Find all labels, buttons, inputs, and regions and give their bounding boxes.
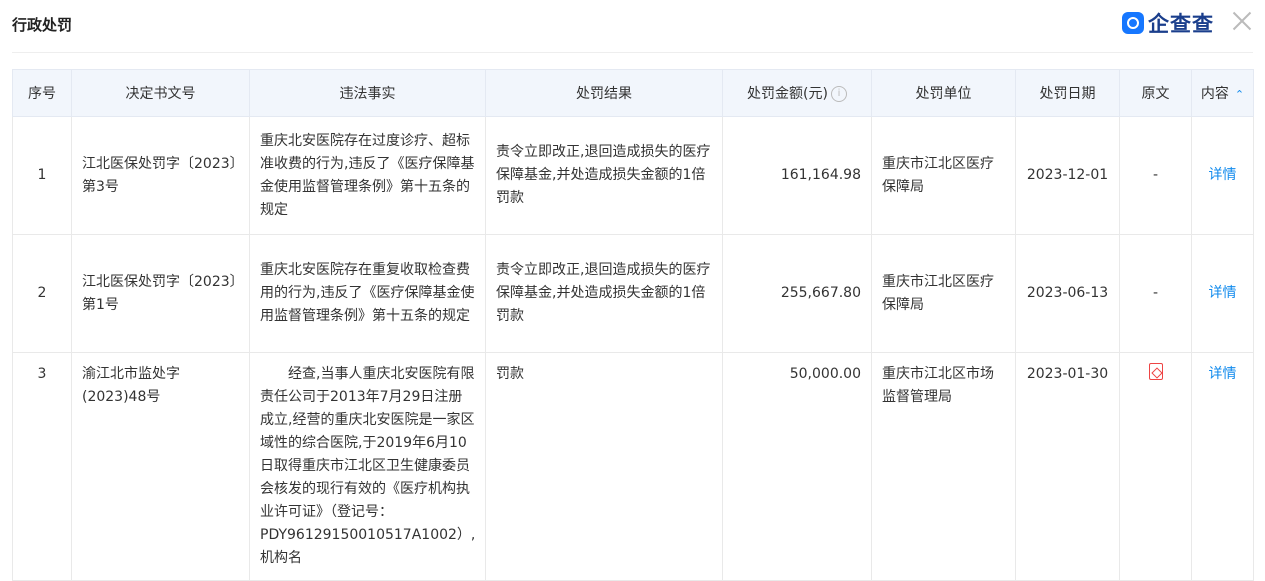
col-amount-label: 处罚金额(元) [747, 86, 828, 102]
cell-content: 详情 [1191, 116, 1254, 235]
cell-original: - [1119, 234, 1192, 353]
cell-index: 1 [12, 116, 72, 235]
cell-authority: 重庆市江北区医疗保障局 [871, 234, 1016, 353]
cell-authority: 重庆市江北区医疗保障局 [871, 116, 1016, 235]
col-original: 原文 [1119, 69, 1192, 117]
cell-amount: 161,164.98 [722, 116, 872, 235]
info-icon[interactable]: i [830, 86, 847, 102]
brand-logo: 企查查 [1122, 8, 1214, 38]
cell-doc-no: 江北医保处罚字〔2023〕第3号 [71, 116, 250, 235]
cell-result: 责令立即改正,退回造成损失的医疗保障基金,并处造成损失金额的1倍罚款 [485, 116, 723, 235]
cell-index: 3 [12, 352, 72, 581]
col-index: 序号 [12, 69, 72, 117]
col-amount: 处罚金额(元) i [722, 69, 872, 117]
close-icon[interactable] [1230, 9, 1254, 33]
col-doc-no: 决定书文号 [71, 69, 250, 117]
detail-link[interactable]: 详情 [1209, 167, 1237, 183]
col-content-label: 内容 [1200, 86, 1229, 102]
cell-facts: 经查,当事人重庆北安医院有限责任公司于2013年7月29日注册成立,经营的重庆北… [249, 352, 486, 581]
cell-facts-text: 经查,当事人重庆北安医院有限责任公司于2013年7月29日注册成立,经营的重庆北… [260, 366, 476, 566]
pdf-icon[interactable] [1148, 363, 1163, 380]
col-result: 处罚结果 [485, 69, 723, 117]
cell-amount: 255,667.80 [722, 234, 872, 353]
cell-authority: 重庆市江北区市场监督管理局 [871, 352, 1016, 581]
table-header: 序号 决定书文号 违法事实 处罚结果 处罚金额(元) i 处罚单位 处罚日期 原文… [12, 69, 1254, 117]
detail-link[interactable]: 详情 [1209, 366, 1237, 382]
cell-facts: 重庆北安医院存在过度诊疗、超标准收费的行为,违反了《医疗保障基金使用监督管理条例… [249, 116, 486, 235]
cell-index: 2 [12, 234, 72, 353]
table-row: 2 江北医保处罚字〔2023〕第1号 重庆北安医院存在重复收取检查费用的行为,违… [12, 234, 1254, 353]
cell-result: 罚款 [485, 352, 723, 581]
col-authority: 处罚单位 [871, 69, 1016, 117]
penalty-table: 序号 决定书文号 违法事实 处罚结果 处罚金额(元) i 处罚单位 处罚日期 原文… [12, 69, 1254, 581]
cell-date: 2023-06-13 [1015, 234, 1120, 353]
cell-doc-no: 渝江北市监处字(2023)48号 [71, 352, 250, 581]
chevron-up-icon[interactable]: ⌃ [1235, 88, 1244, 101]
col-date: 处罚日期 [1015, 69, 1120, 117]
cell-doc-no: 江北医保处罚字〔2023〕第1号 [71, 234, 250, 353]
table-row: 1 江北医保处罚字〔2023〕第3号 重庆北安医院存在过度诊疗、超标准收费的行为… [12, 116, 1254, 235]
brand-icon [1122, 12, 1144, 34]
cell-original: - [1119, 116, 1192, 235]
detail-link[interactable]: 详情 [1209, 285, 1237, 301]
cell-original [1119, 352, 1192, 581]
cell-date: 2023-12-01 [1015, 116, 1120, 235]
table-row: 3 渝江北市监处字(2023)48号 经查,当事人重庆北安医院有限责任公司于20… [12, 352, 1254, 581]
section-title: 行政处罚 [12, 16, 73, 34]
cell-content: 详情 [1191, 234, 1254, 353]
cell-content: 详情 [1191, 352, 1254, 581]
header: 行政处罚 企查查 [0, 0, 1265, 52]
cell-amount: 50,000.00 [722, 352, 872, 581]
cell-result: 责令立即改正,退回造成损失的医疗保障基金,并处造成损失金额的1倍罚款 [485, 234, 723, 353]
cell-date: 2023-01-30 [1015, 352, 1120, 581]
cell-facts: 重庆北安医院存在重复收取检查费用的行为,违反了《医疗保障基金使用监督管理条例》第… [249, 234, 486, 353]
divider [12, 52, 1253, 53]
brand-name: 企查查 [1148, 12, 1214, 36]
col-content: 内容 ⌃ [1191, 69, 1254, 117]
col-facts: 违法事实 [249, 69, 486, 117]
